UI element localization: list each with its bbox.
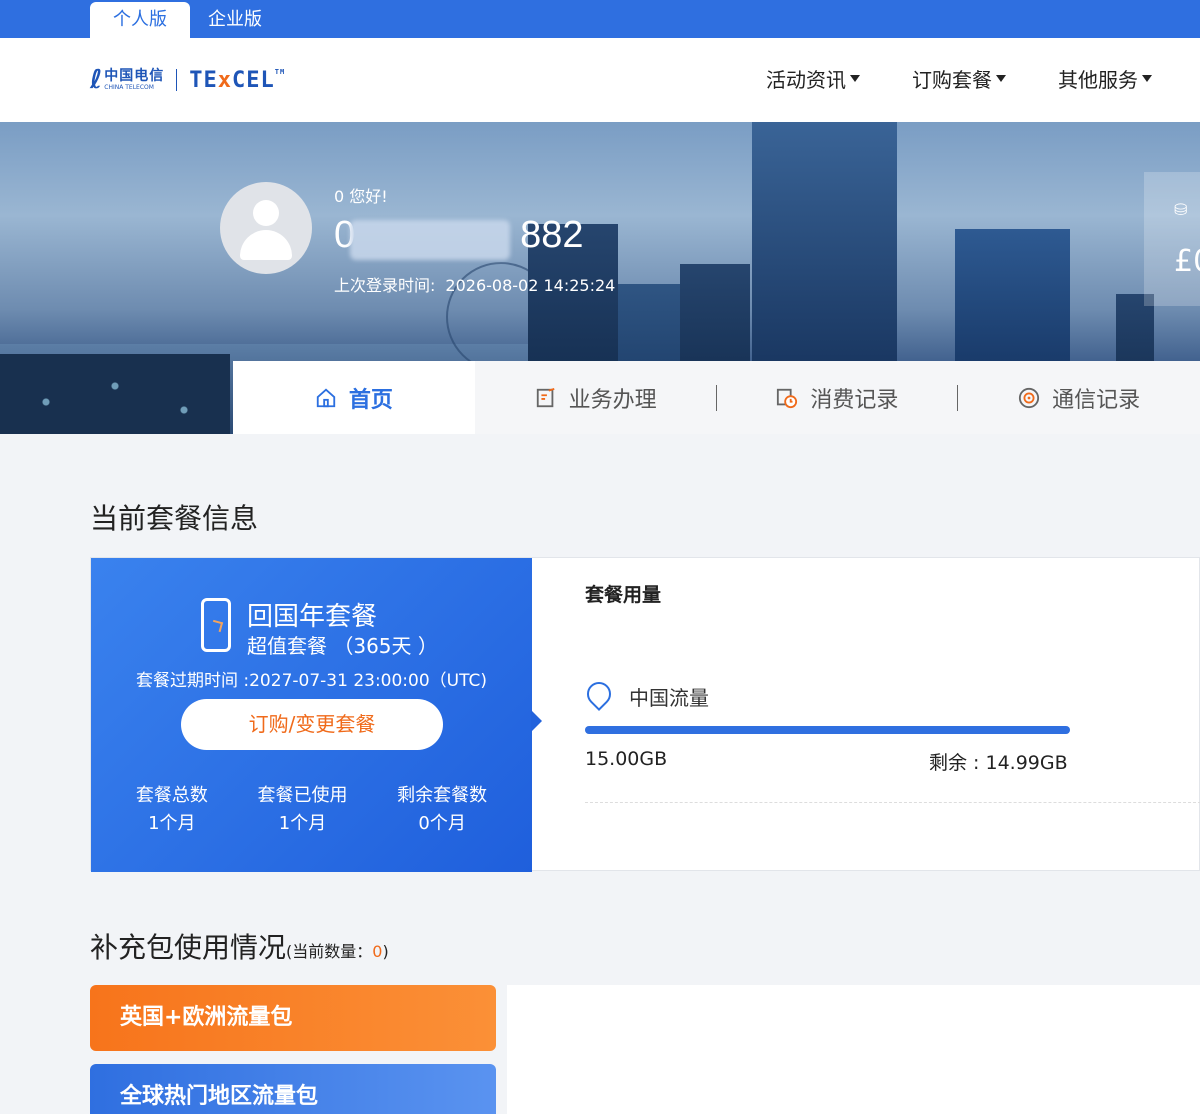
avatar[interactable] xyxy=(220,182,312,274)
tab-communication-label: 通信记录 xyxy=(1052,387,1141,413)
plan-card: 回国年套餐 超值套餐 （365天 ） 套餐过期时间 :2027-07-31 23… xyxy=(90,557,1200,872)
pack-count-label: (当前数量： xyxy=(286,942,373,961)
pack-uk-europe[interactable]: 英国+欧洲流量包 xyxy=(90,985,496,1051)
pack-global[interactable]: 全球热门地区流量包 xyxy=(90,1064,496,1114)
texcel-logo: TExCELTM xyxy=(189,67,286,93)
usage-total: 15.00GB xyxy=(585,748,668,770)
tab-spending[interactable]: 消费记录 xyxy=(717,361,959,434)
usage-label: 中国流量 xyxy=(629,686,709,710)
tab-personal[interactable]: 个人版 xyxy=(90,2,190,38)
location-data-icon xyxy=(582,677,616,711)
balance-card[interactable]: ⛁ £0 xyxy=(1144,172,1200,306)
balance-amount: £0 xyxy=(1174,244,1200,279)
site-logo[interactable]: ℓ 中国电信 CHINA TELECOM TExCELTM xyxy=(90,62,285,98)
site-header: ℓ 中国电信 CHINA TELECOM TExCELTM 活动资讯 订购套餐 … xyxy=(0,38,1200,122)
tab-home-label: 首页 xyxy=(348,387,393,413)
user-icon-body xyxy=(240,230,292,260)
phone-end: 882 xyxy=(520,214,584,256)
pack-section-title: 补充包使用情况(当前数量：0) xyxy=(90,926,389,966)
divider xyxy=(585,802,1200,803)
pack-count: (当前数量：0) xyxy=(286,942,389,961)
nav-order-plan-label: 订购套餐 xyxy=(912,68,992,92)
tab-enterprise[interactable]: 企业版 xyxy=(190,2,280,38)
main-nav: 活动资讯 订购套餐 其他服务 xyxy=(714,64,1152,93)
logo-divider xyxy=(176,69,178,91)
last-login: 上次登录时间: 2026-08-02 14:25:24 xyxy=(334,272,615,296)
tab-home[interactable]: 首页 xyxy=(233,361,475,434)
logo-en-text: CHINA TELECOM xyxy=(104,84,154,91)
plan-stats: 套餐总数 1个月 套餐已使用 1个月 剩余套餐数 0个月 xyxy=(91,782,532,838)
china-telecom-icon: ℓ xyxy=(90,65,103,95)
order-change-plan-button[interactable]: 订购/变更套餐 xyxy=(181,699,443,750)
plan-summary: 回国年套餐 超值套餐 （365天 ） 套餐过期时间 :2027-07-31 23… xyxy=(91,558,542,872)
plan-expire: 套餐过期时间 :2027-07-31 23:00:00（UTC) xyxy=(135,671,487,691)
caret-down-icon xyxy=(1142,75,1152,82)
tab-spending-label: 消费记录 xyxy=(810,387,899,413)
plan-name: 回国年套餐 xyxy=(247,602,378,632)
nav-order-plan[interactable]: 订购套餐 xyxy=(912,64,1006,93)
plan-section-title: 当前套餐信息 xyxy=(90,502,259,535)
phone-icon xyxy=(201,598,231,652)
china-telecom-logo: ℓ 中国电信 CHINA TELECOM xyxy=(90,65,164,95)
banner-lights xyxy=(0,354,230,434)
signal-icon xyxy=(1019,387,1040,408)
home-icon xyxy=(316,388,336,407)
stat-total-value: 1个月 xyxy=(148,813,196,834)
stat-remaining: 剩余套餐数 0个月 xyxy=(397,782,487,838)
caret-down-icon xyxy=(996,75,1006,82)
usage-progress-bar xyxy=(585,726,1070,734)
clock-record-icon xyxy=(777,388,798,408)
stat-total-label: 套餐总数 xyxy=(135,785,208,806)
edit-doc-icon xyxy=(536,387,555,407)
usage-remaining: 剩余 : 14.99GB xyxy=(929,752,1068,774)
pack-count-close: ) xyxy=(382,942,389,961)
last-login-label: 上次登录时间: xyxy=(334,276,436,295)
greeting: 0 您好! xyxy=(334,187,388,206)
stat-used-value: 1个月 xyxy=(278,813,327,834)
stat-total: 套餐总数 1个月 xyxy=(136,782,208,838)
usage-progress-fill xyxy=(585,726,1070,734)
stat-used-label: 套餐已使用 xyxy=(257,785,348,806)
tab-business-label: 业务办理 xyxy=(568,387,657,413)
stat-remaining-value: 0个月 xyxy=(418,813,466,834)
user-icon xyxy=(253,200,279,226)
last-login-time: 2026-08-02 14:25:24 xyxy=(445,276,616,295)
pack-detail-panel xyxy=(507,985,1200,1114)
pack-section-title-text: 补充包使用情况 xyxy=(90,931,287,964)
stat-remaining-label: 剩余套餐数 xyxy=(397,785,488,806)
logo-cn-text: 中国电信 xyxy=(104,68,165,84)
phone-redaction xyxy=(350,220,510,260)
stat-used: 套餐已使用 1个月 xyxy=(257,782,347,838)
nav-other-services-label: 其他服务 xyxy=(1058,68,1138,92)
pointer-arrow xyxy=(531,710,542,732)
nav-activities[interactable]: 活动资讯 xyxy=(766,64,860,93)
pack-count-value: 0 xyxy=(372,942,383,961)
nav-activities-label: 活动资讯 xyxy=(766,68,846,92)
coins-icon: ⛁ xyxy=(1174,200,1188,219)
tab-business[interactable]: 业务办理 xyxy=(475,361,717,434)
tab-communication[interactable]: 通信记录 xyxy=(958,361,1200,434)
main-tabs: 首页 业务办理 消费记录 通信记录 xyxy=(233,361,1200,434)
edition-tabs: 个人版 企业版 xyxy=(0,0,1200,38)
nav-other-services[interactable]: 其他服务 xyxy=(1058,64,1152,93)
caret-down-icon xyxy=(850,75,860,82)
usage-title: 套餐用量 xyxy=(585,584,662,606)
plan-subtitle: 超值套餐 （365天 ） xyxy=(247,634,438,658)
